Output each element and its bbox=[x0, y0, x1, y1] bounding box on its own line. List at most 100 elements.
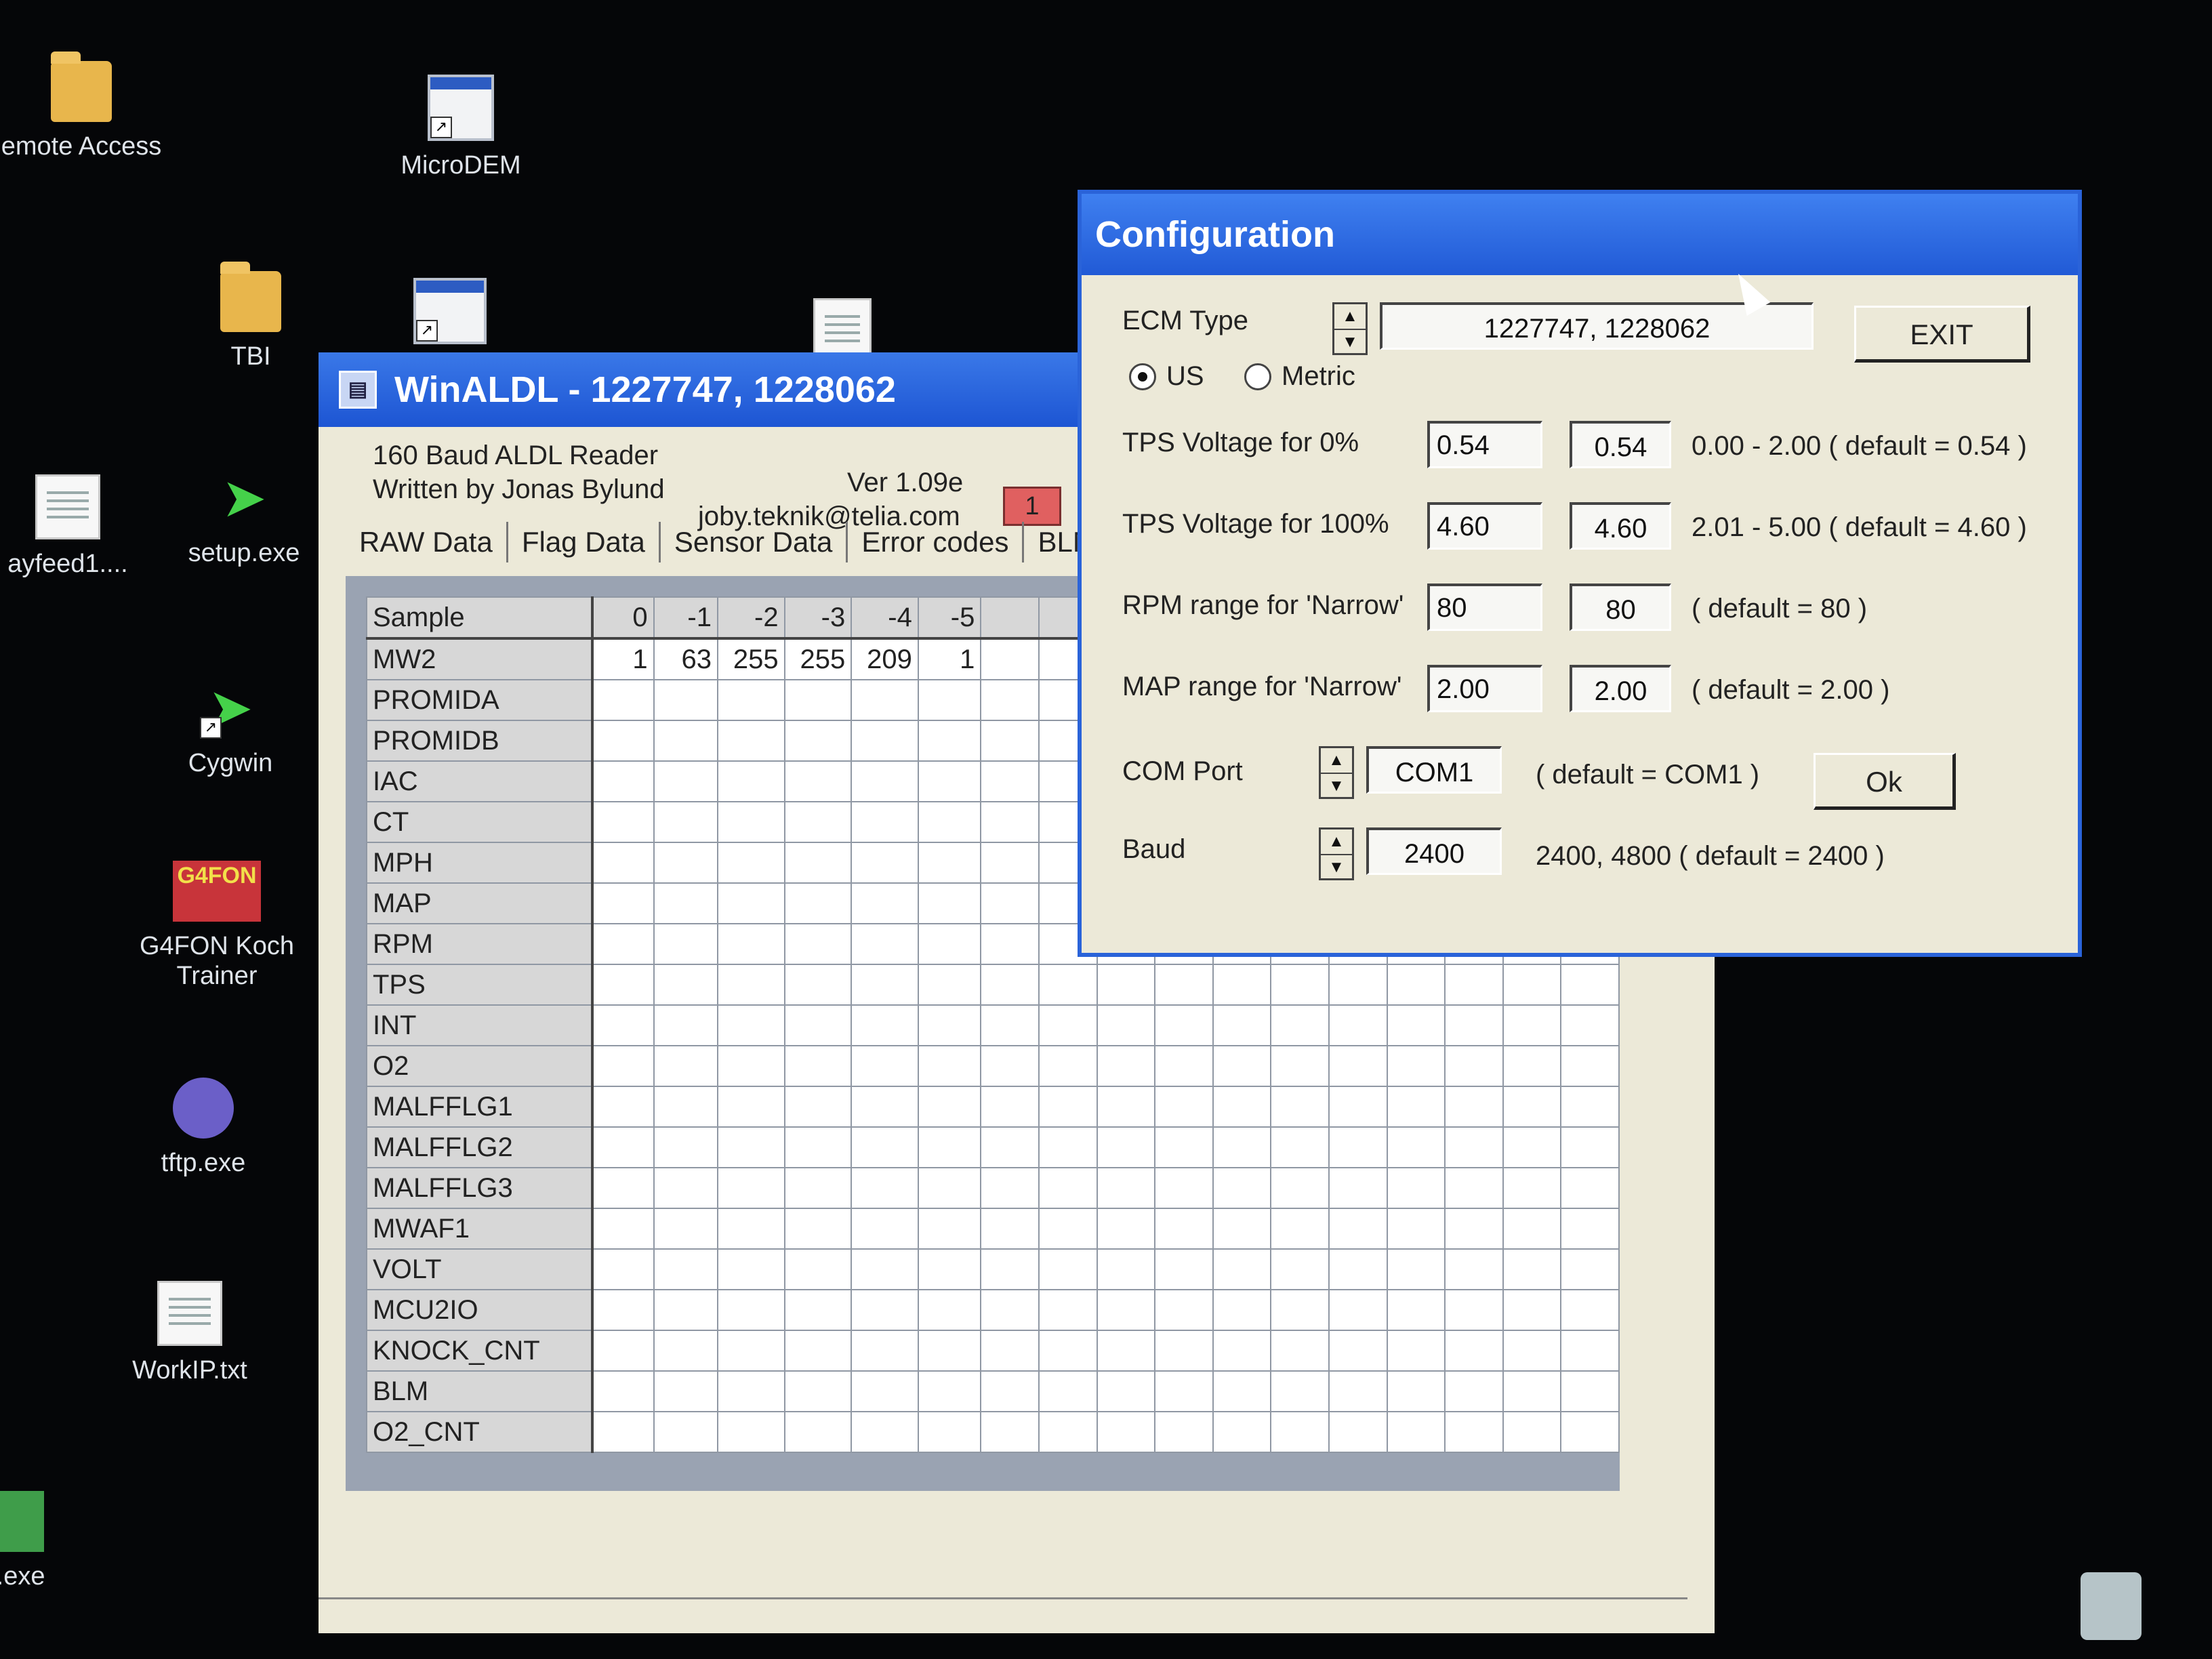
config-title-bar[interactable]: Configuration bbox=[1082, 194, 2078, 275]
desktop-icon-g-exe[interactable]: g.exe bbox=[0, 1491, 108, 1591]
grid-cell bbox=[1096, 1167, 1156, 1209]
grid-cell bbox=[917, 1330, 982, 1372]
grid-cell bbox=[783, 1045, 853, 1087]
column-header: -2 bbox=[716, 596, 785, 640]
grid-cell bbox=[591, 1086, 655, 1128]
grid-cell bbox=[917, 1045, 982, 1087]
grid-cell bbox=[917, 1086, 982, 1128]
grid-cell bbox=[1386, 1045, 1446, 1087]
grid-cell bbox=[1270, 1086, 1330, 1128]
desktop-icon-g4fon[interactable]: G4FON G4FON Koch Trainer bbox=[122, 861, 312, 991]
table-row[interactable]: O2_CNT bbox=[366, 1411, 1620, 1453]
table-row[interactable]: MCU2IO bbox=[366, 1289, 1620, 1331]
spin-down-icon[interactable]: ▼ bbox=[1321, 774, 1352, 798]
grid-cell bbox=[980, 1167, 1040, 1209]
grid-cell bbox=[1096, 964, 1156, 1006]
spin-down-icon[interactable]: ▼ bbox=[1321, 855, 1352, 880]
tab-raw-data[interactable]: RAW Data bbox=[346, 522, 508, 562]
units-us-radio[interactable] bbox=[1129, 363, 1156, 390]
spin-up-icon[interactable]: ▲ bbox=[1321, 748, 1352, 774]
grid-cell bbox=[851, 1126, 919, 1168]
row-label: IAC bbox=[366, 760, 594, 802]
grid-cell bbox=[917, 1289, 982, 1331]
column-header: -4 bbox=[851, 596, 919, 640]
grid-cell bbox=[1502, 964, 1562, 1006]
table-row[interactable]: INT bbox=[366, 1004, 1620, 1046]
app-subtitle: 160 Baud ALDL Reader bbox=[373, 441, 659, 470]
baud-spinner[interactable]: ▲ ▼ bbox=[1319, 827, 1354, 880]
grid-cell bbox=[917, 842, 982, 884]
table-row[interactable]: BLM bbox=[366, 1370, 1620, 1412]
grid-cell bbox=[851, 1330, 919, 1372]
grid-cell bbox=[653, 882, 718, 924]
tab-error-codes[interactable]: Error codes bbox=[848, 522, 1025, 562]
rpm-range-label: RPM range for 'Narrow' bbox=[1122, 590, 1404, 620]
grid-cell bbox=[653, 1167, 718, 1209]
rpm-range-input[interactable] bbox=[1427, 583, 1542, 631]
table-row[interactable]: TPS bbox=[366, 964, 1620, 1006]
com-port-spinner[interactable]: ▲ ▼ bbox=[1319, 746, 1354, 799]
desktop-icon-tbi[interactable]: TBI bbox=[156, 262, 346, 371]
grid-cell bbox=[1502, 1370, 1562, 1412]
table-row[interactable]: O2 bbox=[366, 1045, 1620, 1087]
desktop-shortcut-window-icon[interactable]: ↗ bbox=[413, 278, 487, 344]
table-row[interactable]: KNOCK_CNT bbox=[366, 1330, 1620, 1372]
desktop-icon-setup[interactable]: ➤ setup.exe bbox=[149, 468, 339, 568]
ecm-type-spinner[interactable]: ▲ ▼ bbox=[1332, 302, 1368, 355]
grid-cell bbox=[980, 1126, 1040, 1168]
exit-button[interactable]: EXIT bbox=[1854, 306, 2030, 363]
grid-cell bbox=[1270, 1126, 1330, 1168]
grid-cell bbox=[851, 760, 919, 802]
grid-cell bbox=[1444, 1045, 1504, 1087]
map-range-input[interactable] bbox=[1427, 665, 1542, 712]
table-row[interactable]: MALFFLG2 bbox=[366, 1126, 1620, 1168]
table-row[interactable]: VOLT bbox=[366, 1248, 1620, 1290]
grid-cell bbox=[783, 679, 853, 721]
desktop-icon-tftp[interactable]: tftp.exe bbox=[108, 1078, 298, 1178]
grid-cell bbox=[1096, 1045, 1156, 1087]
shortcut-arrow-icon: ↗ bbox=[200, 717, 222, 739]
spin-up-icon[interactable]: ▲ bbox=[1334, 304, 1366, 330]
grid-cell bbox=[1386, 964, 1446, 1006]
desktop-icon-ayfeed[interactable]: ayfeed1.... bbox=[0, 474, 163, 579]
recycle-bin-icon[interactable] bbox=[2081, 1572, 2142, 1640]
grid-cell bbox=[980, 964, 1040, 1006]
g4fon-logo-icon: G4FON bbox=[173, 861, 261, 922]
tab-sensor-data[interactable]: Sensor Data bbox=[661, 522, 848, 562]
grid-cell bbox=[653, 1004, 718, 1046]
desktop-icon-remote-access[interactable]: emote Access bbox=[0, 52, 176, 161]
table-row[interactable]: MALFFLG3 bbox=[366, 1167, 1620, 1209]
table-row[interactable]: MALFFLG1 bbox=[366, 1086, 1620, 1128]
ok-button[interactable]: Ok bbox=[1814, 753, 1956, 810]
desktop-icon-workip[interactable]: WorkIP.txt bbox=[95, 1281, 285, 1385]
grid-cell bbox=[653, 842, 718, 884]
row-label: MALFFLG2 bbox=[366, 1126, 594, 1168]
grid-cell bbox=[1560, 964, 1620, 1006]
table-row[interactable]: MWAF1 bbox=[366, 1208, 1620, 1250]
tps100-input[interactable] bbox=[1427, 502, 1542, 550]
grid-cell: 63 bbox=[653, 638, 718, 680]
spin-down-icon[interactable]: ▼ bbox=[1334, 330, 1366, 354]
desktop-icon-microdem[interactable]: ↗ MicroDEM bbox=[366, 75, 556, 180]
tab-flag-data[interactable]: Flag Data bbox=[508, 522, 661, 562]
grid-cell bbox=[1154, 1126, 1214, 1168]
grid-cell bbox=[1154, 1004, 1214, 1046]
spin-up-icon[interactable]: ▲ bbox=[1321, 830, 1352, 855]
grid-cell bbox=[1270, 1330, 1330, 1372]
grid-cell: 1 bbox=[917, 638, 982, 680]
grid-cell bbox=[980, 1289, 1040, 1331]
desktop-icon-cygwin[interactable]: ➤ ↗ Cygwin bbox=[136, 678, 325, 778]
grid-cell bbox=[591, 1370, 655, 1412]
grid-cell bbox=[980, 1004, 1040, 1046]
folder-icon bbox=[220, 262, 281, 332]
desktop-icon-label: TBI bbox=[230, 342, 271, 371]
grid-cell bbox=[1386, 1126, 1446, 1168]
app-author: Written by Jonas Bylund bbox=[373, 474, 665, 504]
green-arrow-icon: ➤ ↗ bbox=[200, 678, 261, 739]
grid-cell bbox=[1270, 1208, 1330, 1250]
grid-cell bbox=[1212, 1289, 1272, 1331]
desktop-icon-label: MicroDEM bbox=[401, 151, 521, 180]
units-metric-radio[interactable] bbox=[1244, 363, 1271, 390]
grid-cell bbox=[716, 720, 785, 762]
tps0-input[interactable] bbox=[1427, 421, 1542, 468]
